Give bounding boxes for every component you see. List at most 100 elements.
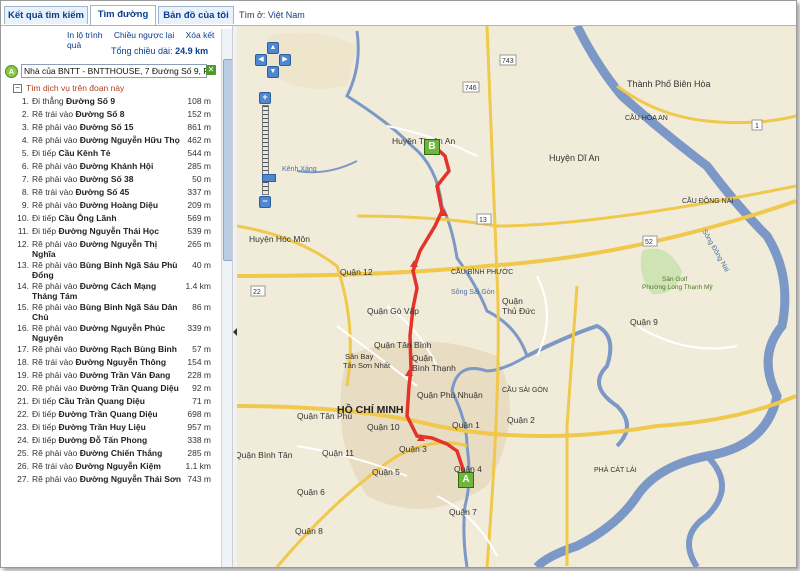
route-step[interactable]: 27. Rẽ phải vào Đường Nguyễn Thái Sơn 743 … [1, 474, 219, 487]
route-step[interactable]: 26. Rẽ trái vào Đường Nguyễn Kiệm 1.1 km [1, 461, 219, 474]
route-step[interactable]: 18. Rẽ trái vào Đường Nguyễn Thông 154 m [1, 357, 219, 370]
route-step[interactable]: 9. Rẽ phải vào Đường Hoàng Diệu 209 m [1, 200, 219, 213]
step-distance: 71 m [192, 396, 211, 406]
pan-left-icon[interactable]: ◀ [255, 54, 267, 66]
route-step[interactable]: 22. Đi tiếp Đường Trần Quang Diệu 698 m [1, 409, 219, 422]
pan-up-icon[interactable]: ▲ [267, 42, 279, 54]
route-step[interactable]: 10. Đi tiếp Cầu Ông Lãnh 569 m [1, 213, 219, 226]
step-action: Rẽ phải vào [32, 239, 78, 249]
route-step[interactable]: 20. Rẽ phải vào Đường Trần Quang Diệu 92 m [1, 383, 219, 396]
step-distance: 698 m [187, 409, 211, 419]
search-location-country[interactable]: Việt Nam [268, 10, 305, 20]
zoom-out-button[interactable]: − [259, 196, 271, 208]
step-action: Đi tiếp [32, 396, 57, 406]
route-step[interactable]: 3. Rẽ phải vào Đường Số 15 861 m [1, 122, 219, 135]
step-number: 9. [21, 200, 29, 210]
zoom-slider[interactable] [262, 105, 276, 195]
route-step[interactable]: 6. Rẽ phải vào Đường Khánh Hội 285 m [1, 161, 219, 174]
svg-text:13: 13 [479, 217, 487, 224]
route-step[interactable]: 5. Đi tiếp Cầu Kênh Tẻ 544 m [1, 148, 219, 161]
route-step[interactable]: 13. Rẽ phải vào Bùng Binh Ngã Sáu Phù Đổn… [1, 260, 219, 281]
step-number: 27. [17, 474, 29, 484]
step-action: Rẽ phải vào [32, 281, 78, 291]
route-step[interactable]: 14. Rẽ phải vào Đường Cách Mạng Tháng Tám… [1, 281, 219, 302]
route-step[interactable]: 19. Rẽ phải vào Đường Trần Văn Đang 228 m [1, 370, 219, 383]
tab-my-maps[interactable]: Bản đồ của tôi [158, 6, 234, 24]
reverse-route-link[interactable]: Chiều ngược lại [114, 30, 174, 40]
step-instruction: Rẽ phải vào Đường Nguyễn Phúc Nguyên [32, 323, 182, 343]
start-point: A Nhà của BNTT - BNTTHOUSE, 7 Đường Số 9… [5, 64, 220, 78]
svg-text:Quận Gò Vấp: Quận Gò Vấp [367, 306, 419, 316]
panel-scrollbar[interactable] [221, 29, 233, 567]
svg-text:Quận: Quận [412, 353, 433, 363]
svg-text:Quận 10: Quận 10 [367, 422, 400, 432]
route-step[interactable]: 12. Rẽ phải vào Đường Nguyễn Thị Nghĩa 265… [1, 239, 219, 260]
remove-start-icon[interactable]: ✕ [206, 65, 216, 75]
svg-text:Quận Tân Bình: Quận Tân Bình [374, 340, 432, 350]
route-step[interactable]: 1. Đi thẳng Đường Số 9 108 m [1, 96, 219, 109]
app-window: Kết quả tìm kiếm Tìm đường Bản đồ của tô… [0, 0, 797, 568]
step-distance: 1.4 km [185, 281, 211, 291]
step-number: 10. [17, 213, 29, 223]
route-step[interactable]: 11. Đi tiếp Đường Nguyễn Thái Học 539 m [1, 226, 219, 239]
step-action: Đi tiếp [32, 422, 57, 432]
zoom-slider-knob[interactable] [262, 174, 276, 182]
map-view[interactable]: Thành Phố Biên Hòa Huyện Dĩ An Huyện Thu… [237, 26, 796, 567]
svg-text:Huyện Hóc Môn: Huyện Hóc Môn [249, 234, 310, 244]
step-road: Đường Trần Huy Liệu [58, 422, 146, 432]
step-distance: 50 m [192, 174, 211, 184]
step-distance: 92 m [192, 383, 211, 393]
step-number: 16. [17, 323, 29, 333]
route-step[interactable]: 16. Rẽ phải vào Đường Nguyễn Phúc Nguyên 3… [1, 323, 219, 344]
step-action: Rẽ phải vào [32, 474, 78, 484]
tab-directions[interactable]: Tìm đường [90, 5, 156, 25]
step-distance: 544 m [187, 148, 211, 158]
step-instruction: Đi tiếp Cầu Kênh Tẻ [32, 148, 182, 158]
route-step[interactable]: 2. Rẽ trái vào Đường Số 8 152 m [1, 109, 219, 122]
route-step[interactable]: 21. Đi tiếp Cầu Trần Quang Diệu 71 m [1, 396, 219, 409]
svg-text:Thủ Đức: Thủ Đức [502, 306, 536, 316]
route-step[interactable]: 4. Rẽ phải vào Đường Nguyễn Hữu Thọ 462 m [1, 135, 219, 148]
step-action: Đi tiếp [32, 435, 57, 445]
route-step[interactable]: 24. Đi tiếp Đường Đỗ Tấn Phong 338 m [1, 435, 219, 448]
step-instruction: Rẽ phải vào Đường Trần Văn Đang [32, 370, 182, 380]
step-instruction: Rẽ trái vào Đường Nguyễn Thông [32, 357, 182, 367]
start-address-field[interactable]: Nhà của BNTT - BNTTHOUSE, 7 Đường Số 9, … [21, 64, 207, 78]
step-distance: 40 m [192, 260, 211, 270]
step-number: 25. [17, 448, 29, 458]
step-instruction: Rẽ phải vào Đường Cách Mạng Tháng Tám [32, 281, 182, 301]
svg-text:Quận 9: Quận 9 [630, 317, 658, 327]
route-step[interactable]: 23. Đi tiếp Đường Trần Huy Liệu 957 m [1, 422, 219, 435]
route-step[interactable]: 7. Rẽ phải vào Đường Số 38 50 m [1, 174, 219, 187]
svg-text:Quận 3: Quận 3 [399, 444, 427, 454]
svg-text:Quận Bình Tân: Quận Bình Tân [237, 450, 293, 460]
route-step[interactable]: 15. Rẽ phải vào Bùng Binh Ngã Sáu Dân Chủ… [1, 302, 219, 323]
start-marker-a[interactable]: A [458, 472, 474, 488]
services-toggle[interactable]: − Tìm dịch vụ trên đoạn này [13, 83, 124, 94]
step-instruction: Rẽ phải vào Đường Số 38 [32, 174, 182, 184]
route-step[interactable]: 25. Rẽ phải vào Đường Chiến Thắng 285 m [1, 448, 219, 461]
pan-right-icon[interactable]: ▶ [279, 54, 291, 66]
step-number: 1. [21, 96, 29, 106]
step-road: Đường Số 9 [66, 96, 116, 106]
print-route-link[interactable]: In lộ trình [67, 30, 102, 40]
step-action: Đi thẳng [32, 96, 64, 106]
route-step[interactable]: 17. Rẽ phải vào Đường Rạch Bùng Binh 57 m [1, 344, 219, 357]
tab-search-results[interactable]: Kết quả tìm kiếm [4, 6, 88, 24]
route-step[interactable]: 8. Rẽ trái vào Đường Số 45 337 m [1, 187, 219, 200]
total-distance: Tổng chiều dài: 24.9 km [111, 46, 208, 56]
zoom-in-button[interactable]: + [259, 92, 271, 104]
map-canvas: Thành Phố Biên Hòa Huyện Dĩ An Huyện Thu… [237, 26, 796, 567]
svg-text:Quận 11: Quận 11 [322, 448, 354, 458]
step-distance: 86 m [192, 302, 211, 312]
step-instruction: Rẽ phải vào Đường Khánh Hội [32, 161, 182, 171]
step-instruction: Rẽ phải vào Bùng Binh Ngã Sáu Dân Chủ [32, 302, 182, 322]
pan-down-icon[interactable]: ▼ [267, 66, 279, 78]
step-instruction: Đi tiếp Đường Trần Quang Diệu [32, 409, 182, 419]
step-distance: 337 m [187, 187, 211, 197]
step-road: Cầu Kênh Tẻ [58, 148, 111, 158]
svg-text:Quận 8: Quận 8 [295, 526, 323, 536]
step-road: Đường Nguyễn Kiệm [75, 461, 161, 471]
end-marker-b[interactable]: B [424, 139, 440, 155]
step-action: Rẽ phải vào [32, 370, 78, 380]
